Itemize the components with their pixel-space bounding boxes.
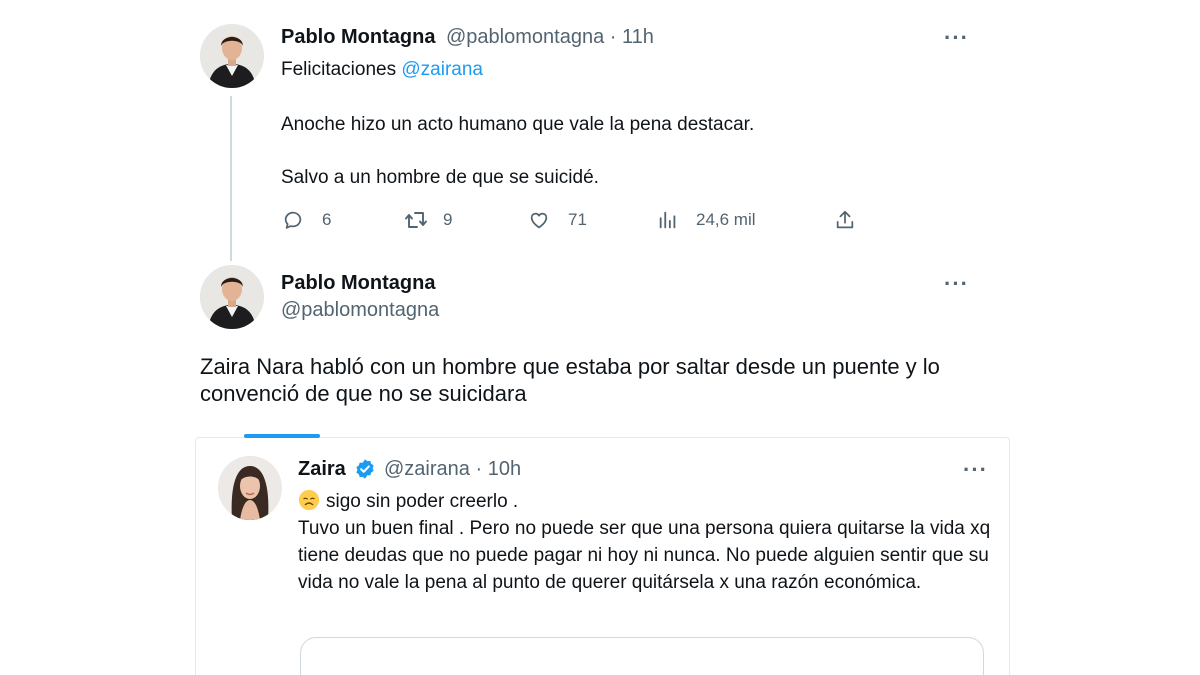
views-icon [659, 211, 676, 229]
quoted-timestamp[interactable]: 10h [488, 458, 521, 480]
more-options-icon-2[interactable]: ··· [944, 273, 969, 295]
thread-connector [230, 96, 232, 261]
share-icon [836, 210, 854, 229]
like-button[interactable]: 71 [528, 208, 587, 232]
author-name-2[interactable]: Pablo Montagna [281, 272, 435, 295]
quoted-body: Tuvo un buen final . Pero no puede ser q… [298, 518, 991, 593]
quoted-tweet-text: sigo sin poder creerlo . Tuvo un buen fi… [298, 488, 998, 596]
retweet-icon [405, 212, 427, 228]
tab-indicator [244, 434, 320, 438]
tweet-main-text: Zaira Nara habló con un hombre que estab… [200, 354, 940, 406]
views-button[interactable]: 24,6 mil [657, 208, 756, 232]
more-options-icon[interactable]: ··· [944, 27, 969, 49]
reply-button[interactable]: 6 [282, 208, 331, 232]
quoted-line-1: sigo sin poder creerlo . [298, 488, 998, 515]
quoted-separator: · [475, 458, 483, 480]
heart-icon [530, 212, 548, 229]
verified-badge-icon [356, 459, 374, 479]
avatar-pablo-montagna[interactable] [200, 24, 264, 88]
timestamp[interactable]: 11h [622, 26, 654, 48]
reply-icon [284, 211, 302, 229]
disappointed-face-emoji [298, 489, 320, 511]
avatar-zaira[interactable] [218, 456, 282, 520]
author-handle-2[interactable]: @pablomontagna [281, 299, 439, 322]
reply-count: 6 [322, 210, 332, 229]
view-count: 24,6 mil [696, 210, 756, 229]
quoted-author-handle[interactable]: @zairana · 10h [384, 458, 521, 481]
author-name[interactable]: Pablo Montagna [281, 26, 435, 49]
quoted-media-card[interactable] [300, 637, 984, 675]
tweet-line-2: Anoche hizo un acto humano que vale la p… [281, 114, 755, 135]
quoted-handle-text[interactable]: @zairana [384, 458, 470, 480]
avatar-pablo-montagna-2[interactable] [200, 265, 264, 329]
quoted-line-1-text: sigo sin poder creerlo . [326, 491, 519, 512]
quoted-more-options-icon[interactable]: ··· [963, 459, 988, 481]
tweet-line-1: Felicitaciones @zairana [281, 58, 483, 82]
tweet-text-prefix: Felicitaciones [281, 59, 402, 80]
tweet-line-3: Salvo a un hombre de que se suicidé. [281, 167, 599, 188]
retweet-count: 9 [443, 210, 453, 229]
handle-text[interactable]: @pablomontagna [446, 26, 604, 48]
retweet-button[interactable]: 9 [403, 208, 452, 232]
like-count: 71 [568, 210, 587, 229]
author-handle[interactable]: @pablomontagna · 11h [446, 26, 654, 49]
mention-link[interactable]: @zairana [401, 59, 483, 80]
separator: · [609, 26, 617, 48]
share-button[interactable] [834, 208, 856, 232]
quoted-author-name[interactable]: Zaira [298, 458, 346, 481]
